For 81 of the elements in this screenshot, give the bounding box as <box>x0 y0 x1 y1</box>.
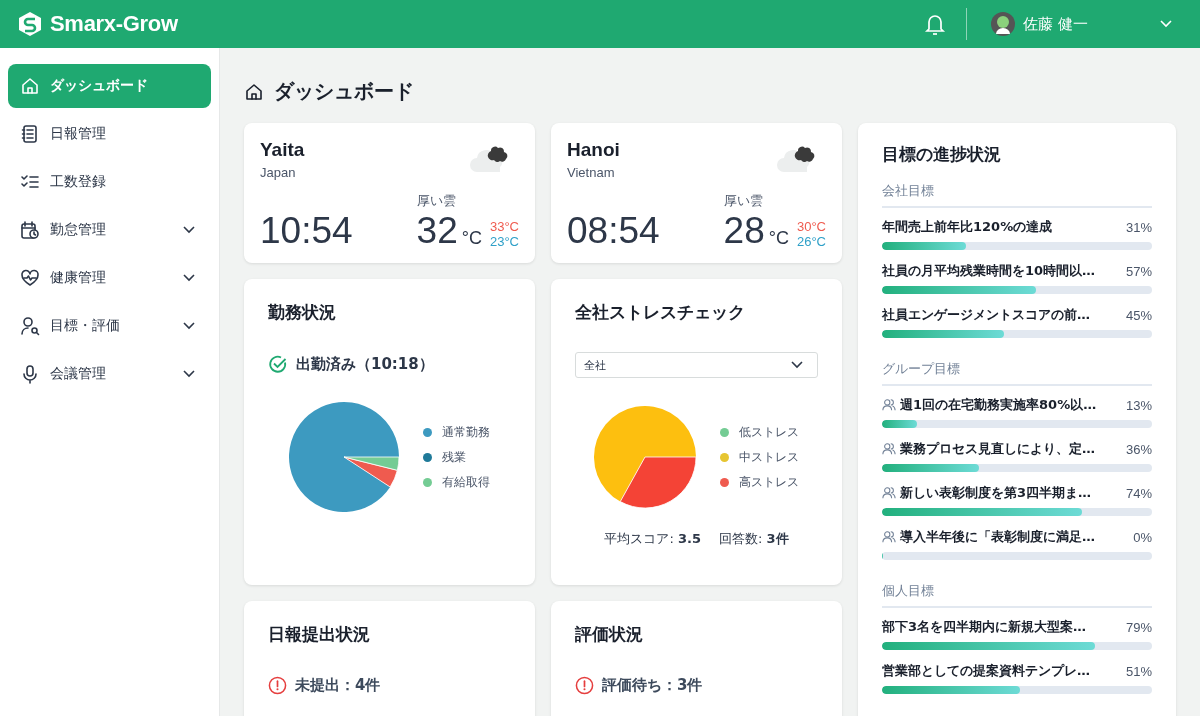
sidebar-item[interactable]: 日報管理 <box>8 112 211 156</box>
legend-label: 高ストレス <box>739 473 799 491</box>
local-time: 10:54 <box>260 212 353 249</box>
legend-label: 中ストレス <box>739 448 799 466</box>
goal-title[interactable]: 導入半年後に「表彰制度に満足… <box>900 528 1130 546</box>
calendar-icon <box>20 220 40 240</box>
section-label: グループ目標 <box>882 354 1152 386</box>
high-temperature: 30°C <box>796 219 826 234</box>
card-title: 全社ストレスチェック <box>575 301 746 324</box>
card-title: 勤務状況 <box>268 301 337 324</box>
goal-percent: 74% <box>1125 485 1152 501</box>
sidebar-item[interactable]: 目標・評価 <box>8 304 211 348</box>
country-name: Vietnam <box>567 165 615 180</box>
weather-condition: 厚い雲 <box>723 192 764 210</box>
temperature: 32 <box>416 212 458 249</box>
logo-icon <box>16 10 44 38</box>
city-name: Yaita <box>260 139 305 161</box>
sidebar-item[interactable]: 勤怠管理 <box>8 208 211 252</box>
chevron-down-icon <box>1160 20 1172 28</box>
mic-icon <box>20 364 40 384</box>
goal-percent: 57% <box>1125 263 1152 279</box>
card-title: 日報提出状況 <box>268 624 370 644</box>
stress-statistic: 回答数: 3件 <box>719 530 789 548</box>
check-circle-icon <box>268 354 288 374</box>
low-temperature: 23°C <box>489 234 519 249</box>
goal-title[interactable]: 年間売上前年比120%の達成 <box>882 218 1122 236</box>
home-icon <box>244 81 264 102</box>
goal-percent: 36% <box>1125 441 1152 457</box>
low-temperature: 26°C <box>796 234 826 249</box>
person-icon <box>20 316 40 336</box>
app-logo: Smarx-Grow <box>50 11 178 37</box>
goal-percent: 13% <box>1125 397 1152 413</box>
people-icon <box>882 486 896 500</box>
avatar-icon <box>991 12 1016 36</box>
bell-icon[interactable] <box>924 12 947 36</box>
card-title: 評価状況 <box>575 624 643 644</box>
goal-percent: 45% <box>1125 307 1152 323</box>
department-select[interactable]: 全社 <box>575 352 818 378</box>
section-label: 会社目標 <box>882 176 1152 208</box>
goal-percent: 51% <box>1125 663 1152 679</box>
home-icon <box>20 76 40 96</box>
weather-condition: 厚い雲 <box>416 192 457 210</box>
sidebar-item[interactable]: 健康管理 <box>8 256 211 300</box>
local-time: 08:54 <box>567 212 660 249</box>
goal-title[interactable]: 社員エンゲージメントスコアの前… <box>882 306 1122 324</box>
people-icon <box>882 442 896 456</box>
country-name: Japan <box>260 165 296 180</box>
legend-label: 残業 <box>442 448 466 466</box>
heart-icon <box>20 268 40 288</box>
section-label: 個人目標 <box>882 576 1152 608</box>
alert-text: 未提出：4件 <box>295 676 381 695</box>
legend-label: 通常勤務 <box>442 423 490 441</box>
goal-title[interactable]: 週1回の在宅勤務実施率80%以… <box>900 396 1122 414</box>
attendance-status: 出勤済み（10:18） <box>296 354 434 374</box>
people-icon <box>882 398 896 412</box>
stress-statistic: 平均スコア: 3.5 <box>604 530 701 548</box>
legend-label: 低ストレス <box>739 423 799 441</box>
temperature: 28 <box>723 212 765 249</box>
temperature-unit: °C <box>768 228 789 249</box>
goal-title[interactable]: 社員の月平均残業時間を10時間以… <box>882 262 1122 280</box>
alert-icon <box>268 676 287 695</box>
chevron-down-icon <box>791 361 803 369</box>
people-icon <box>882 530 896 544</box>
high-temperature: 33°C <box>489 219 519 234</box>
sidebar-item[interactable]: 会議管理 <box>8 352 211 396</box>
card-title: 目標の進捗状況 <box>882 143 1002 166</box>
legend-label: 有給取得 <box>442 473 490 491</box>
temperature-unit: °C <box>461 228 482 249</box>
goal-percent: 79% <box>1125 619 1152 635</box>
alert-text: 評価待ち：3件 <box>602 676 703 695</box>
goal-percent: 31% <box>1125 219 1152 235</box>
report-icon <box>20 124 40 144</box>
goal-title[interactable]: 業務プロセス見直しにより、定… <box>900 440 1122 458</box>
page-title: ダッシュボード <box>274 78 414 105</box>
goal-title[interactable]: 営業部としての提案資料テンプレ… <box>882 662 1122 680</box>
sidebar-item[interactable]: 工数登録 <box>8 160 211 204</box>
goal-title[interactable]: 新しい表彰制度を第3四半期ま… <box>900 484 1122 502</box>
goal-percent: 0% <box>1133 529 1152 545</box>
alert-icon <box>575 676 594 695</box>
city-name: Hanoi <box>567 139 620 161</box>
goal-title[interactable]: 部下3名を四半期内に新規大型案… <box>882 618 1122 636</box>
